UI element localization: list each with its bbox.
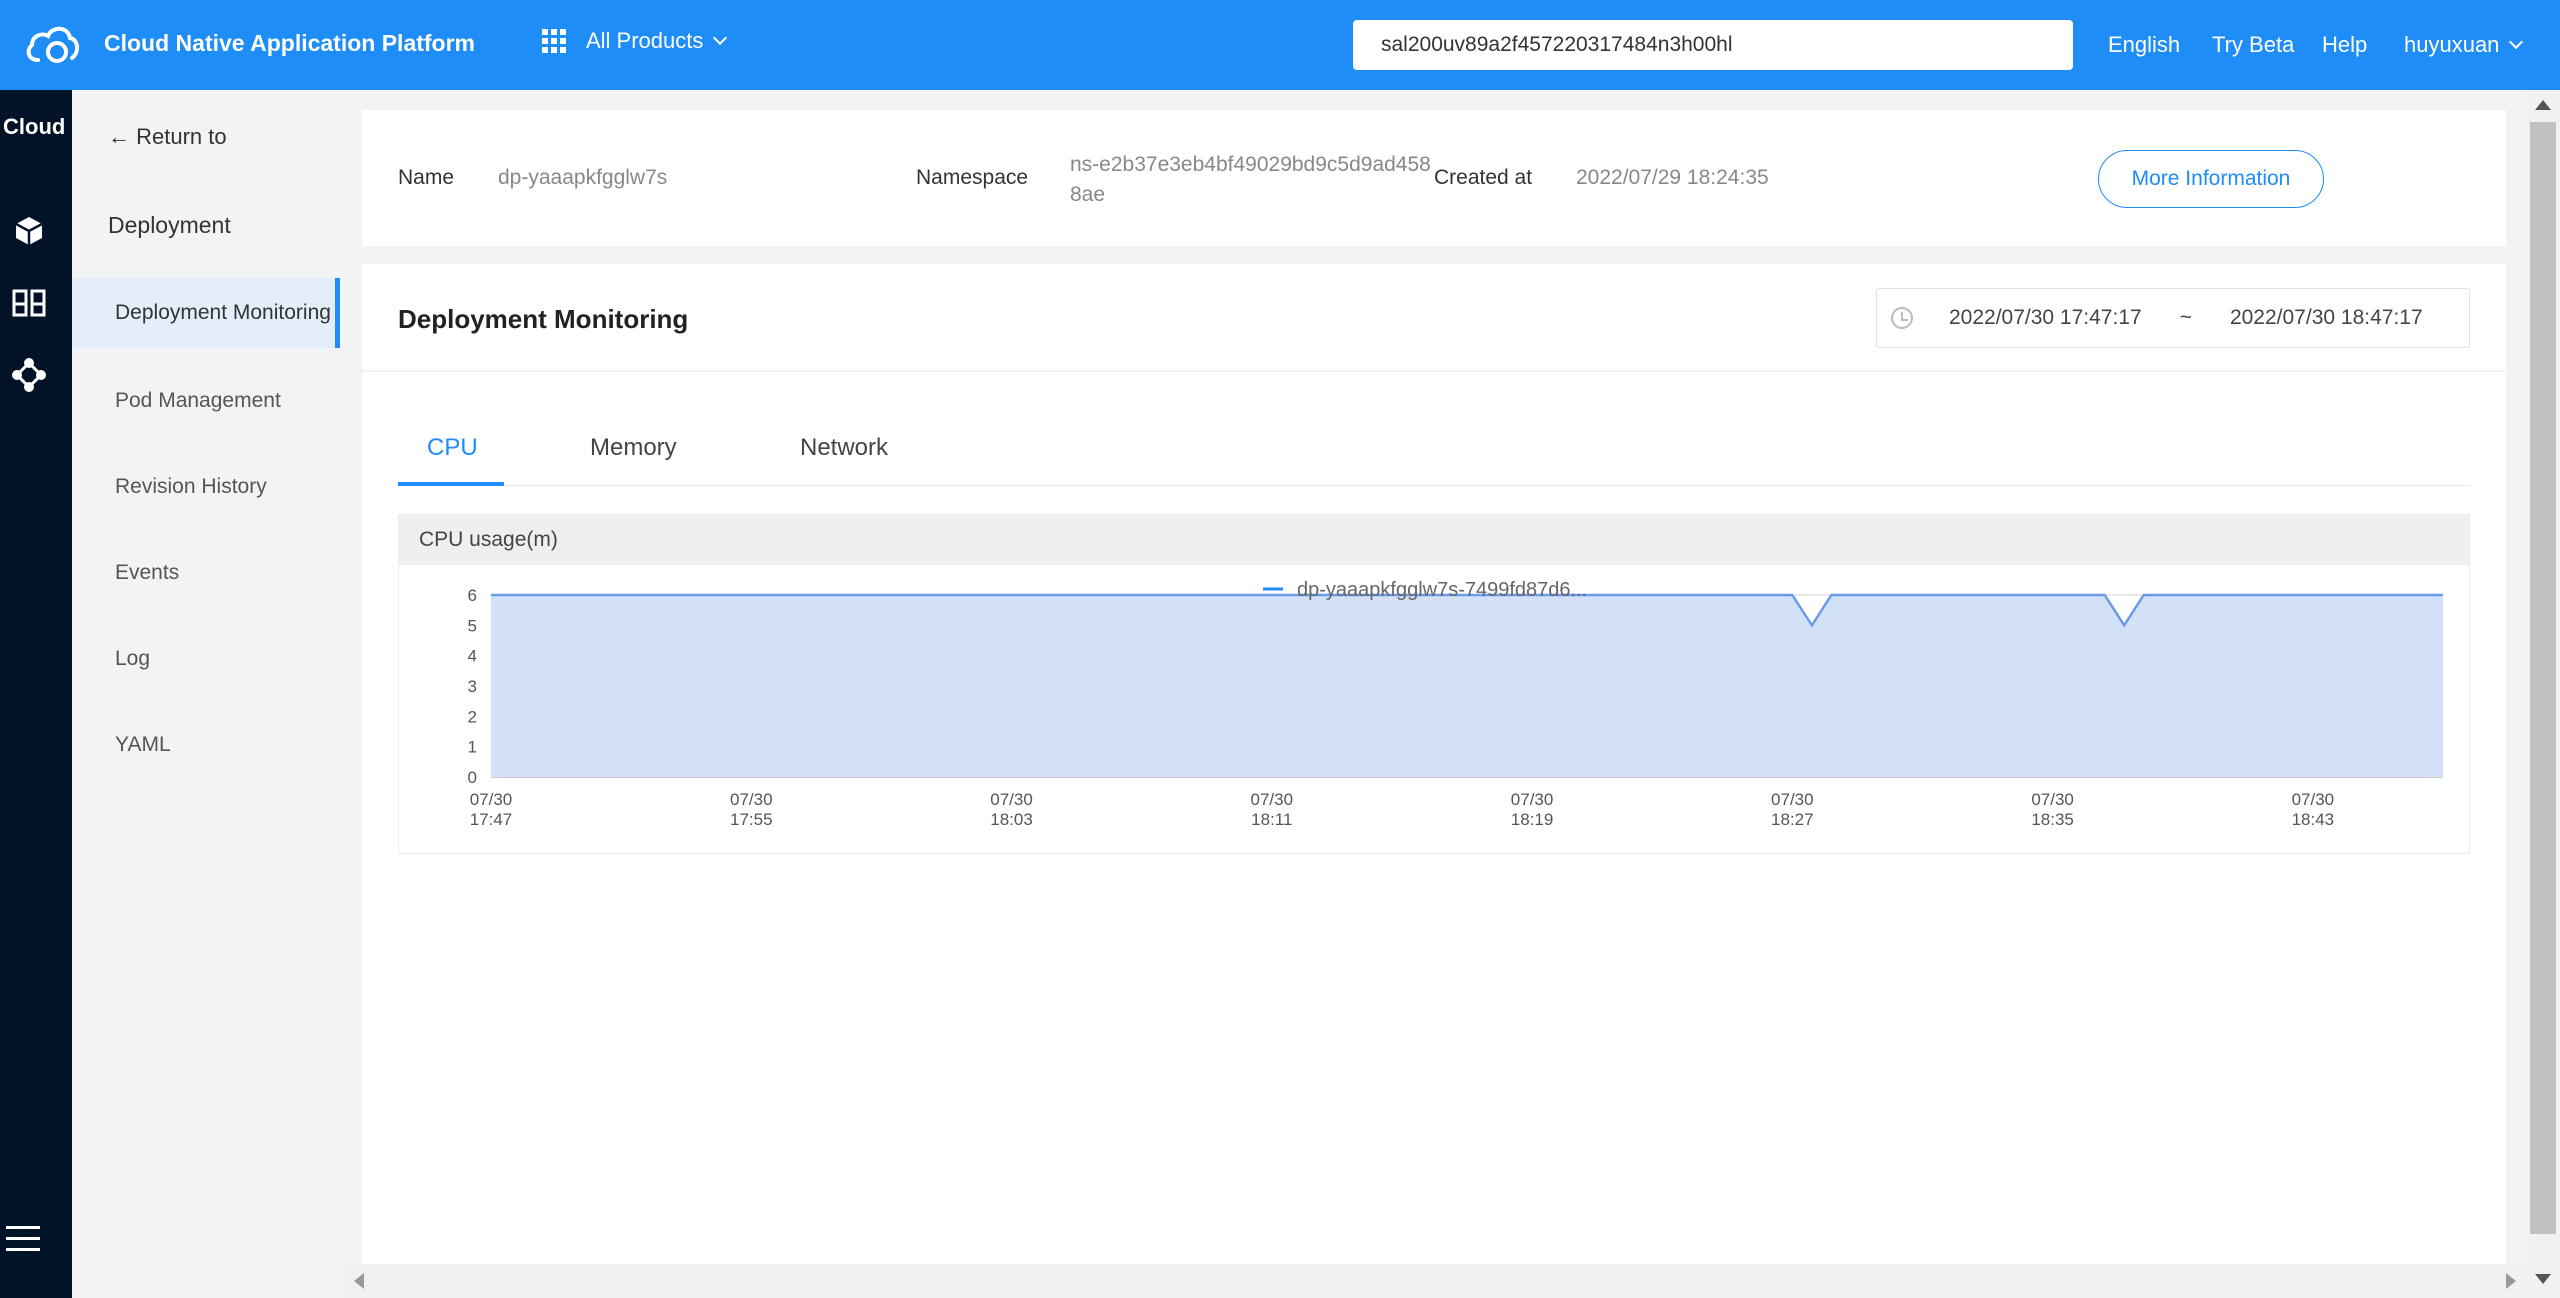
cpu-usage-chart[interactable]: 0123456 07/3017:4707/3017:5507/3018:0307… [399,565,2469,853]
range-separator: ~ [2179,306,2192,329]
clock-icon [1891,307,1913,329]
vertical-scrollbar[interactable] [2526,90,2560,1298]
scrollbar-thumb[interactable] [2530,122,2556,1234]
x-tick-label: 18:27 [1771,810,1814,829]
x-tick-label: 07/30 [1771,790,1814,809]
x-tick-label: 07/30 [1511,790,1554,809]
return-link[interactable]: ← Return to [108,124,227,150]
range-start[interactable]: 2022/07/30 17:47:17 [1949,306,2142,330]
y-tick-label: 5 [468,616,477,635]
more-information-button[interactable]: More Information [2098,150,2324,208]
series-area [491,595,2443,777]
chart-title: CPU usage(m) [399,515,2469,565]
search-input[interactable] [1353,20,2073,70]
product-sidebar-title: Cloud [3,114,66,139]
grid-icon [542,29,566,53]
y-tick-label: 6 [468,586,477,605]
panels-icon[interactable] [12,286,46,320]
product-sidebar: Cloud [0,90,72,1298]
x-tick-label: 18:03 [990,810,1033,829]
hamburger-menu-icon[interactable] [6,1226,40,1254]
scroll-up-arrow-icon[interactable] [2535,100,2551,110]
monitoring-card: Deployment Monitoring 2022/07/30 17:47:1… [362,264,2506,1264]
all-products-label: All Products [586,28,704,53]
x-tick-label: 07/30 [730,790,773,809]
horizontal-scrollbar[interactable] [340,1264,2526,1298]
sidebar-item-pod-management[interactable]: Pod Management [72,366,340,436]
y-tick-label: 3 [468,677,477,696]
active-tab-indicator [398,482,504,486]
x-tick-label: 18:11 [1251,810,1292,829]
scroll-down-arrow-icon[interactable] [2535,1274,2551,1284]
range-end[interactable]: 2022/07/30 18:47:17 [2230,306,2423,330]
tab-cpu[interactable]: CPU [427,434,478,462]
divider [362,370,2506,372]
x-tick-label: 17:47 [470,810,513,829]
deployment-sidebar: ← Return to Deployment Deployment Monito… [72,90,340,1298]
user-menu[interactable]: huyuxuan [2404,32,2524,58]
namespace-value: ns-e2b37e3eb4bf49029bd9c5d9ad4588ae [1070,153,1431,206]
scroll-right-arrow-icon[interactable] [2506,1273,2516,1289]
chevron-down-icon [713,30,728,46]
network-topology-icon[interactable] [12,358,46,392]
x-tick-label: 07/30 [470,790,513,809]
x-tick-label: 18:19 [1511,810,1554,829]
cloud-logo-icon[interactable] [24,22,80,68]
y-tick-label: 4 [468,647,477,666]
x-tick-label: 17:55 [730,810,773,829]
x-tick-label: 07/30 [990,790,1033,809]
created-at-label: Created at [1434,166,1533,189]
x-tick-label: 18:35 [2031,810,2074,829]
created-at-value: 2022/07/29 18:24:35 [1576,166,1769,189]
scrollbar-thumb[interactable] [372,1268,2492,1294]
chevron-down-icon [2509,34,2524,50]
sidebar-item-log[interactable]: Log [72,624,340,694]
tab-network[interactable]: Network [800,434,888,462]
sidebar-item-revision-history[interactable]: Revision History [72,452,340,522]
app-title[interactable]: Cloud Native Application Platform [104,30,475,57]
help-link[interactable]: Help [2322,32,2367,58]
x-tick-label: 07/30 [2292,790,2335,809]
namespace-label: Namespace [916,166,1029,189]
top-bar: Cloud Native Application Platform All Pr… [0,0,2560,90]
cpu-chart: CPU usage(m) 0123456 07/30 17:47 07/30 17:5… [398,514,2470,854]
metric-tabs: CPU Memory Network [398,424,2470,486]
sidebar-section-title: Deployment [108,212,231,238]
try-beta-link[interactable]: Try Beta [2212,32,2294,58]
deployment-info-card: Name dp-yaaapkfgglw7s Namespace ns-e2b37… [362,110,2506,246]
name-value: dp-yaaapkfgglw7s [498,166,668,189]
sidebar-item-yaml[interactable]: YAML [72,710,340,780]
language-link[interactable]: English [2108,32,2180,58]
y-tick-label: 1 [468,738,477,757]
x-tick-label: 07/30 [1251,790,1294,809]
tab-memory[interactable]: Memory [590,434,677,462]
page-title: Deployment Monitoring [398,304,689,334]
all-products-menu[interactable]: All Products [542,28,728,54]
sidebar-item-events[interactable]: Events [72,538,340,608]
username: huyuxuan [2404,32,2500,57]
name-label: Name [398,166,455,189]
x-tick-label: 07/30 [2031,790,2074,809]
chart-legend[interactable]: dp-yaaapkfgglw7s-7499fd87d6... [1263,579,1587,601]
legend-label: dp-yaaapkfgglw7s-7499fd87d6... [1297,579,1587,601]
sidebar-item-deployment-monitoring[interactable]: Deployment Monitoring [72,278,340,348]
x-tick-label: 18:43 [2292,810,2335,829]
cube-icon[interactable] [12,214,46,248]
y-tick-label: 0 [468,768,477,787]
y-tick-label: 2 [468,707,477,726]
date-range-picker[interactable]: 2022/07/30 17:47:17 ~ 2022/07/30 18:47:1… [1876,288,2470,348]
scroll-left-arrow-icon[interactable] [354,1273,364,1289]
